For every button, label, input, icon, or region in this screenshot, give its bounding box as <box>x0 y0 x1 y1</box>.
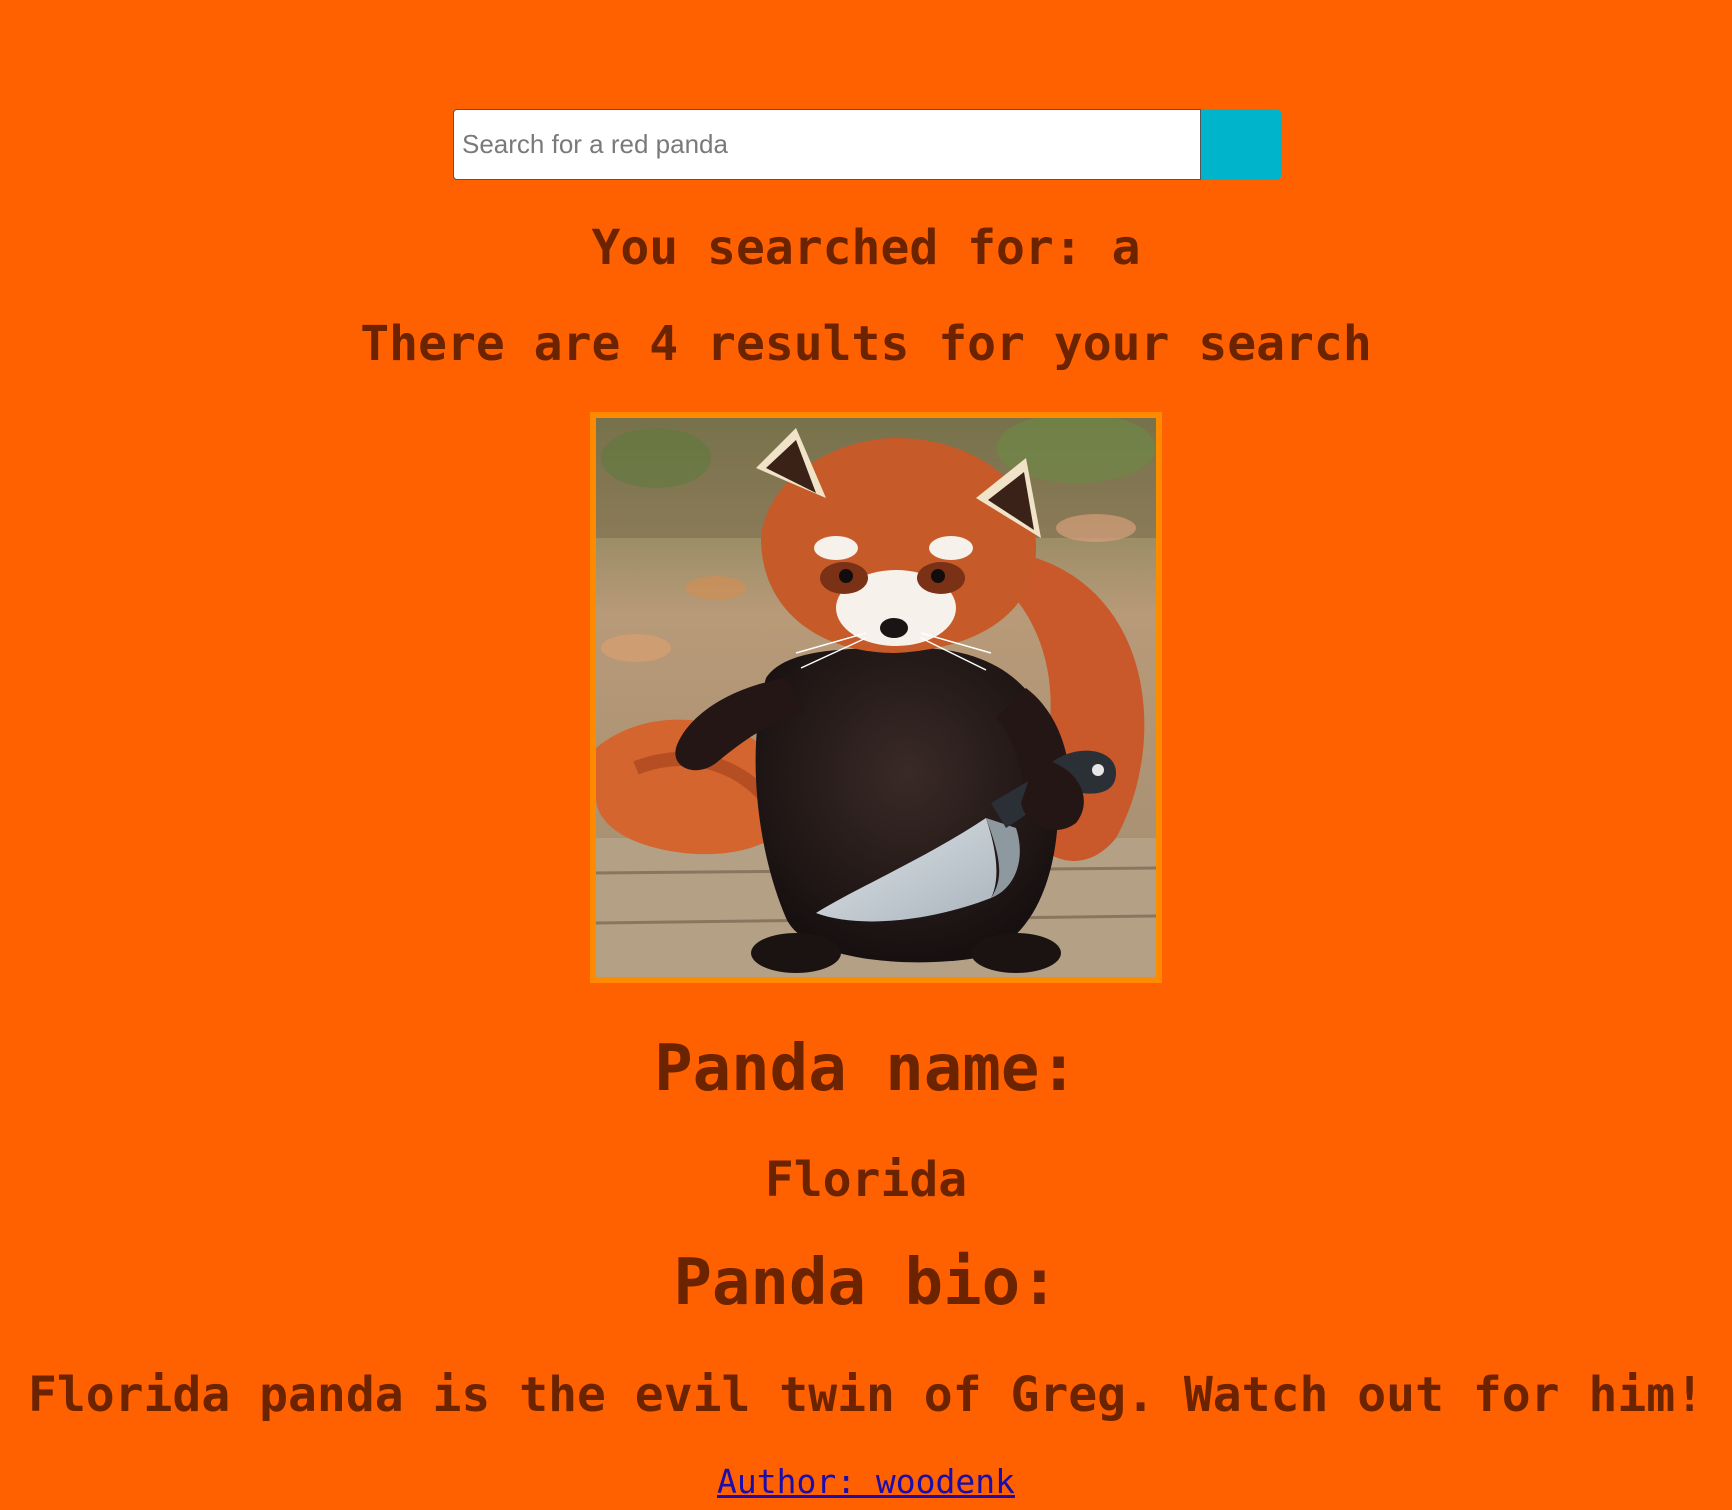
search-button[interactable] <box>1201 109 1282 180</box>
red-panda-knife-picture <box>596 418 1156 977</box>
panda-bio-heading: Panda bio: <box>673 1246 1059 1320</box>
panda-name: Florida <box>764 1152 968 1208</box>
panda-bio: Florida panda is the evil twin of Greg. … <box>27 1367 1705 1423</box>
searched-for-text: You searched for: a <box>591 220 1141 276</box>
panda-image <box>590 412 1162 983</box>
panda-name-heading: Panda name: <box>654 1032 1078 1106</box>
results-count-text: There are 4 results for your search <box>360 316 1372 372</box>
author-link[interactable]: Author: woodenk <box>717 1462 1015 1501</box>
search-bar <box>453 109 1282 180</box>
search-input[interactable] <box>453 109 1201 180</box>
author-footer: Author: woodenk <box>0 1462 1732 1501</box>
